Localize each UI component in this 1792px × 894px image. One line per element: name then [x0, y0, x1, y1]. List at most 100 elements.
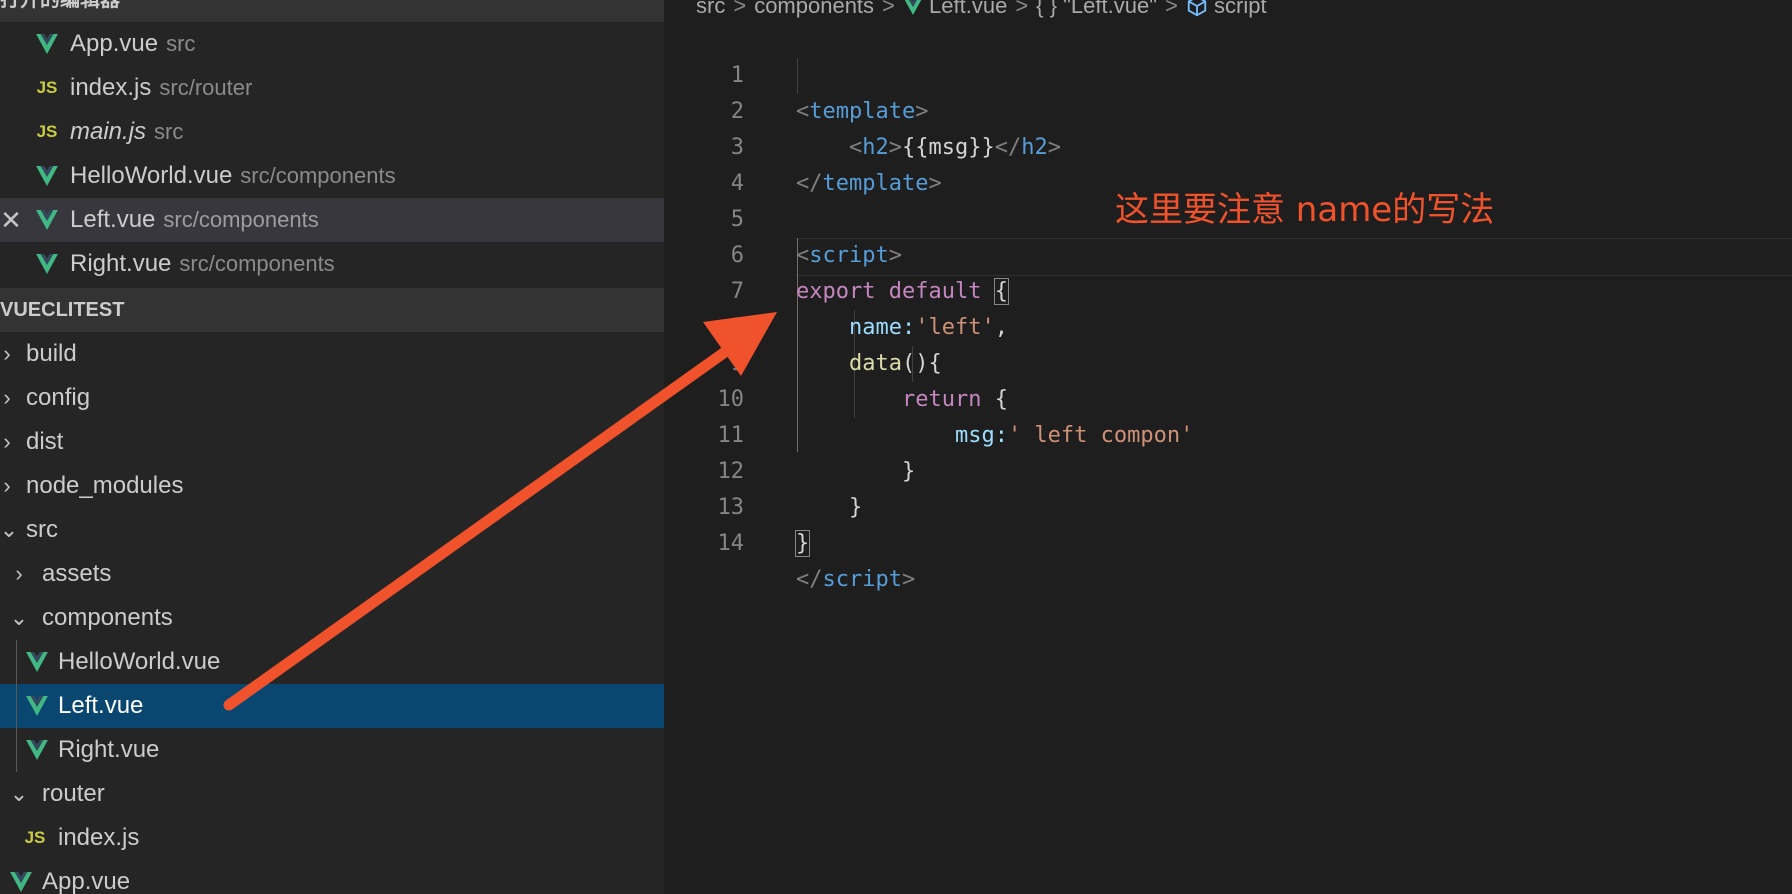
chevron-right-icon: › [3, 341, 11, 366]
sidebar: 打开的编辑器 App.vue src JS index.js src/router … [0, 0, 664, 894]
breadcrumb-item[interactable]: "Left.vue" [1063, 0, 1157, 18]
folder-name: config [26, 384, 91, 411]
file-name: App.vue [70, 30, 159, 57]
js-file-icon: JS [36, 122, 58, 141]
close-icon[interactable]: ✕ [0, 198, 22, 242]
code-line[interactable]: 11 } [664, 382, 1792, 484]
open-editor-item[interactable]: Right.vue src/components [0, 242, 664, 286]
open-editor-item[interactable]: App.vue src [0, 22, 664, 66]
folder-name: router [42, 780, 105, 807]
code-line[interactable]: 12 } [664, 418, 1792, 520]
breadcrumb-item[interactable]: script [1214, 0, 1267, 18]
folder-name: src [26, 516, 58, 543]
file-path: src/components [240, 163, 396, 188]
tree-folder-open[interactable]: ⌄ src [0, 508, 664, 552]
tree-folder[interactable]: › assets [0, 552, 664, 596]
breadcrumb-item[interactable]: Left.vue [929, 0, 1007, 18]
tree-folder-open[interactable]: ⌄ router [0, 772, 664, 816]
editor-pane[interactable]: src > components > Left.vue > { } "Left.vue" >… [664, 0, 1792, 894]
tree-indent-guide [16, 640, 17, 772]
file-name: Left.vue [58, 692, 144, 719]
tree-folder-open[interactable]: ⌄ components [0, 596, 664, 640]
object-icon: { } [1036, 0, 1057, 18]
code-line[interactable]: 4 [664, 130, 1792, 196]
file-name: Right.vue [70, 250, 172, 277]
chevron-right-icon: › [3, 429, 11, 454]
file-name: Right.vue [58, 736, 160, 763]
chevron-down-icon: ⌄ [0, 517, 19, 542]
open-editor-item[interactable]: JS main.js src [0, 110, 664, 154]
vue-file-icon [24, 728, 50, 772]
chevron-right-icon: > [882, 0, 895, 18]
chevron-right-icon: > [1015, 0, 1029, 18]
tree-folder[interactable]: › config [0, 376, 664, 420]
tree-file[interactable]: JS index.js [0, 816, 664, 860]
file-name: HelloWorld.vue [58, 648, 221, 675]
tree-folder[interactable]: › dist [0, 420, 664, 464]
file-name: main.js [70, 118, 147, 145]
chevron-right-icon: › [3, 473, 11, 498]
vue-file-icon [8, 860, 34, 894]
chevron-right-icon: > [733, 0, 747, 18]
js-file-icon: JS [24, 828, 46, 847]
file-name: App.vue [42, 868, 131, 894]
breadcrumb: src > components > Left.vue > { } "Left.vue" >… [696, 0, 1267, 24]
explorer-title: VUECLITEST [0, 299, 125, 321]
tree-folder[interactable]: › build [0, 332, 664, 376]
file-path: src [154, 119, 184, 144]
chevron-right-icon: › [15, 561, 23, 586]
chevron-right-icon: > [1165, 0, 1178, 18]
token-bracket-matched: } [794, 530, 811, 557]
open-editor-item-active[interactable]: ✕ Left.vue src/components [0, 198, 664, 242]
code-line-active[interactable]: 7 name:'left', [664, 238, 1792, 340]
code-line[interactable]: 8 data(){ [664, 274, 1792, 376]
line-number: 14 [717, 531, 745, 556]
explorer-header[interactable]: VUECLITEST [0, 288, 664, 332]
code-line[interactable]: 1 <template> [664, 22, 1792, 124]
token-tag: script [822, 567, 902, 592]
breadcrumb-item[interactable]: components [754, 0, 874, 18]
file-name: Left.vue [70, 206, 156, 233]
tree-folder[interactable]: › node_modules [0, 464, 664, 508]
vue-file-icon [34, 22, 60, 66]
js-file-icon: JS [36, 78, 58, 97]
open-editor-item[interactable]: HelloWorld.vue src/components [0, 154, 664, 198]
code-line[interactable]: 10 msg:' left compon' [664, 346, 1792, 448]
chevron-down-icon: ⌄ [9, 605, 29, 630]
folder-name: build [26, 340, 77, 367]
tree-file[interactable]: App.vue [0, 860, 664, 894]
file-name: HelloWorld.vue [70, 162, 233, 189]
breadcrumb-item[interactable]: src [696, 0, 725, 18]
file-path: src/components [179, 251, 335, 276]
vue-file-icon [34, 242, 60, 286]
cube-icon [1186, 0, 1208, 18]
file-name: index.js [58, 824, 140, 851]
open-editors-header[interactable]: 打开的编辑器 [0, 0, 664, 22]
code-line[interactable]: 9 return { [664, 310, 1792, 412]
chevron-right-icon: › [3, 385, 11, 410]
folder-name: dist [26, 428, 64, 455]
tree-file-selected[interactable]: Left.vue [0, 684, 664, 728]
file-path: src/router [159, 75, 253, 100]
vue-file-icon [24, 684, 50, 728]
open-editor-item[interactable]: JS index.js src/router [0, 66, 664, 110]
folder-name: assets [42, 560, 112, 587]
vue-file-icon [24, 640, 50, 684]
file-path: src/components [163, 207, 319, 232]
tree-file[interactable]: HelloWorld.vue [0, 640, 664, 684]
code-line[interactable]: 2 <h2>{{msg}}</h2> [664, 58, 1792, 160]
open-editors-title: 打开的编辑器 [0, 0, 120, 11]
tree-file[interactable]: Right.vue [0, 728, 664, 772]
code-line[interactable]: 14 </script> [664, 490, 1792, 592]
annotation-text: 这里要注意 name的写法 [1115, 190, 1495, 230]
folder-name: node_modules [26, 472, 184, 499]
folder-name: components [42, 604, 173, 631]
code-line[interactable]: 13 } [664, 454, 1792, 557]
vue-file-icon [34, 198, 60, 242]
file-path: src [166, 31, 196, 56]
chevron-down-icon: ⌄ [9, 781, 29, 806]
code-line[interactable]: 3 </template> [664, 94, 1792, 196]
vue-file-icon [34, 154, 60, 198]
vue-file-icon [903, 0, 923, 18]
file-name: index.js [70, 74, 152, 101]
